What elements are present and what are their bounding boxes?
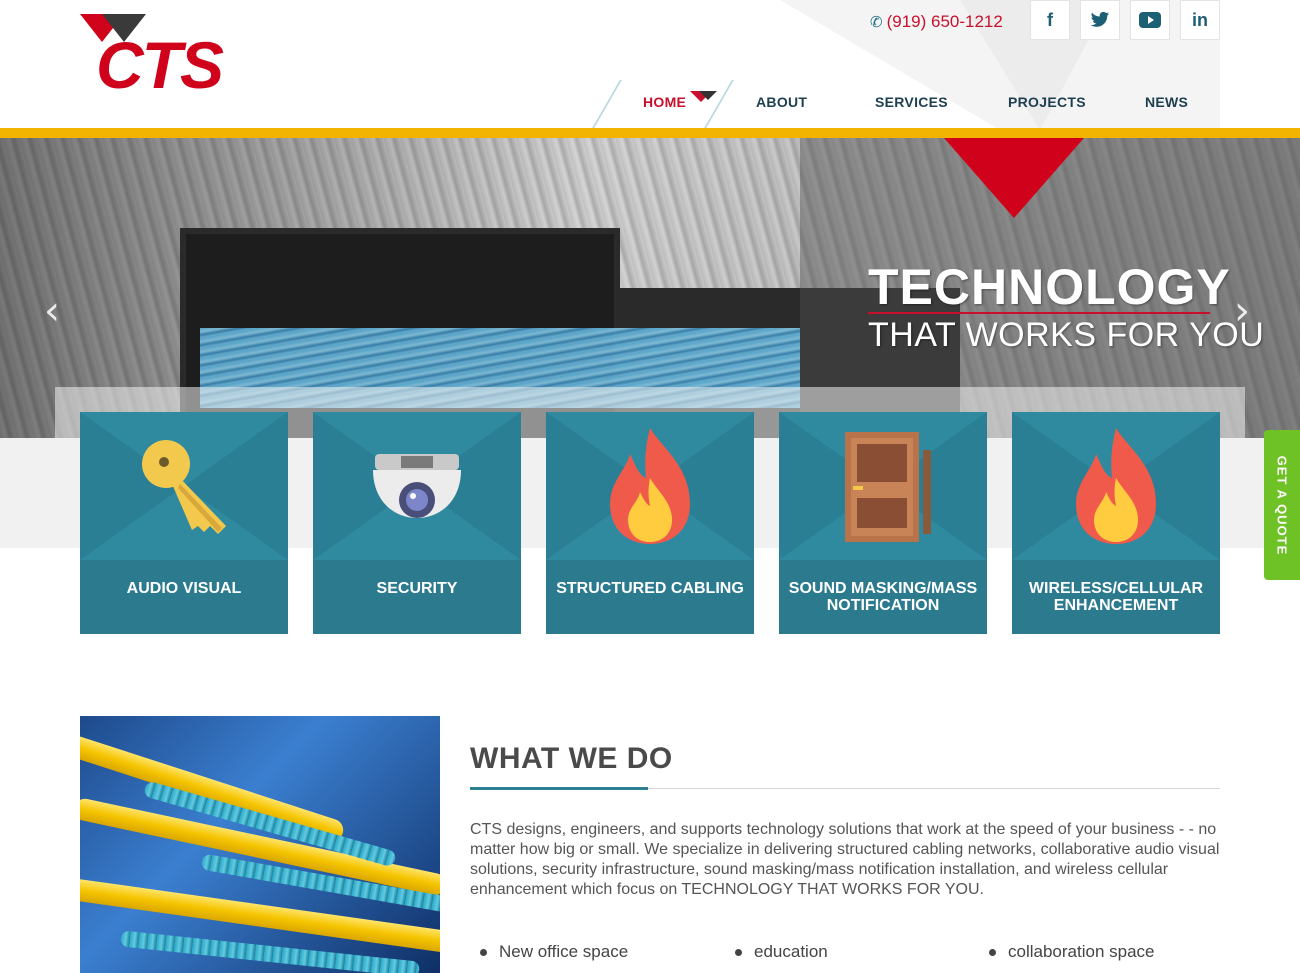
get-a-quote-label: GET A QUOTE	[1274, 455, 1290, 555]
service-tile-audio-visual[interactable]: AUDIO VISUAL	[80, 412, 288, 634]
twitter-icon	[1090, 11, 1110, 27]
twitter-button[interactable]	[1080, 0, 1120, 40]
nav-services[interactable]: SERVICES	[875, 94, 948, 114]
what-we-do-body: CTS designs, engineers, and supports tec…	[470, 821, 1220, 898]
fire-icon	[1076, 428, 1156, 544]
bullet-icon	[989, 948, 996, 956]
phone-text: (919) 650-1212	[886, 12, 1003, 31]
bullet-icon	[480, 948, 487, 956]
list-item-text: collaboration space	[1008, 942, 1155, 961]
list-item: collaboration space	[989, 942, 1154, 962]
door-icon	[845, 432, 931, 542]
list-item: education	[735, 942, 828, 962]
accent-bar	[0, 128, 1300, 138]
fiber-cables-photo	[80, 716, 440, 973]
what-we-do-title: WHAT WE DO	[470, 742, 673, 775]
tile-label-area	[313, 560, 521, 634]
bullet-icon	[735, 948, 742, 956]
key-icon	[142, 440, 226, 534]
phone-number[interactable]: ✆ (919) 650-1212	[870, 10, 1003, 34]
title-divider-accent	[470, 787, 648, 790]
service-label: SOUND MASKING/MASS NOTIFICATION	[788, 580, 978, 614]
phone-icon: ✆	[870, 14, 883, 31]
hero-title-underline	[868, 312, 1210, 314]
get-a-quote-tab[interactable]: GET A QUOTE	[1264, 430, 1300, 580]
youtube-button[interactable]	[1130, 0, 1170, 40]
slider-prev-arrow[interactable]: ‹	[44, 288, 60, 334]
logo-text: CTS	[96, 28, 224, 102]
hero-red-triangle	[944, 138, 1084, 218]
fire-icon	[610, 428, 690, 544]
slider-next-arrow[interactable]: ›	[1234, 288, 1250, 334]
linkedin-icon: in	[1192, 9, 1208, 30]
camera-icon	[373, 454, 461, 518]
service-label: SECURITY	[376, 580, 458, 597]
nav-news[interactable]: NEWS	[1145, 94, 1188, 114]
nav-about[interactable]: ABOUT	[756, 94, 807, 114]
nav-divider	[704, 80, 734, 128]
service-label: WIRELESS/CELLULAR ENHANCEMENT	[1028, 580, 1204, 614]
hero-subtitle: THAT WORKS FOR YOU	[868, 316, 1265, 354]
tile-label-area	[80, 560, 288, 634]
nav-active-marker-shadow	[699, 91, 717, 100]
list-item-text: New office space	[499, 942, 629, 961]
nav-home[interactable]: HOME	[643, 94, 686, 114]
site-header: CTS ✆ (919) 650-1212 f in HOME ABOUT SER…	[0, 0, 1300, 130]
service-tile-structured-cabling[interactable]: STRUCTURED CABLING	[546, 412, 754, 634]
service-label: STRUCTURED CABLING	[556, 580, 744, 597]
hero-title: TECHNOLOGY	[868, 259, 1231, 315]
nav-divider	[592, 80, 622, 128]
nav-projects[interactable]: PROJECTS	[1008, 94, 1086, 114]
tile-label-area	[546, 560, 754, 634]
list-item-text: education	[754, 942, 828, 961]
service-tile-sound-masking[interactable]: SOUND MASKING/MASS NOTIFICATION	[779, 412, 987, 634]
facebook-icon: f	[1047, 9, 1053, 30]
service-label: AUDIO VISUAL	[126, 580, 242, 597]
service-tile-wireless-cellular[interactable]: WIRELESS/CELLULAR ENHANCEMENT	[1012, 412, 1220, 634]
youtube-icon	[1139, 12, 1161, 28]
linkedin-button[interactable]: in	[1180, 0, 1220, 40]
facebook-button[interactable]: f	[1030, 0, 1070, 40]
service-tile-security[interactable]: SECURITY	[313, 412, 521, 634]
list-item: New office space	[480, 942, 628, 962]
cts-logo[interactable]: CTS	[80, 14, 250, 99]
